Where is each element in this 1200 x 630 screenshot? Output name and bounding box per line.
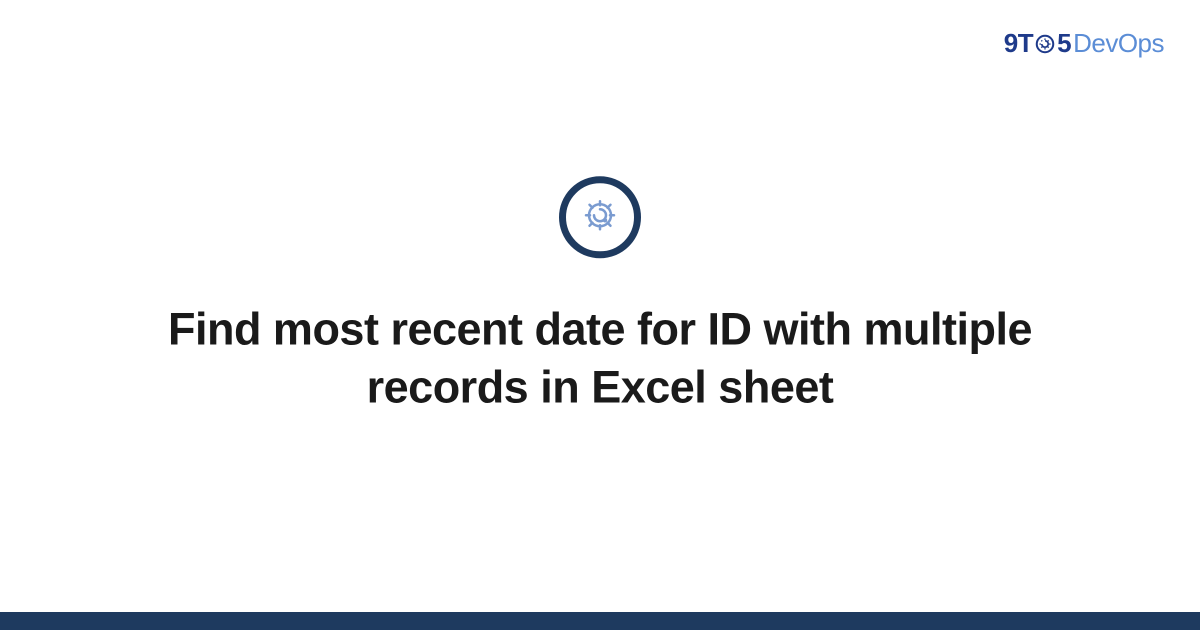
gear-icon xyxy=(1034,33,1056,55)
logo-t: T xyxy=(1018,28,1033,59)
page-title: Find most recent date for ID with multip… xyxy=(140,300,1060,415)
bottom-accent-bar xyxy=(0,612,1200,630)
logo-nine: 9 xyxy=(1004,28,1018,59)
logo-devops: DevOps xyxy=(1073,28,1164,59)
logo-five: 5 xyxy=(1057,28,1071,59)
gear-icon xyxy=(576,191,624,244)
main-content: Find most recent date for ID with multip… xyxy=(0,176,1200,415)
center-icon-circle xyxy=(559,176,641,258)
site-logo: 9 T 5 DevOps xyxy=(1004,28,1164,59)
